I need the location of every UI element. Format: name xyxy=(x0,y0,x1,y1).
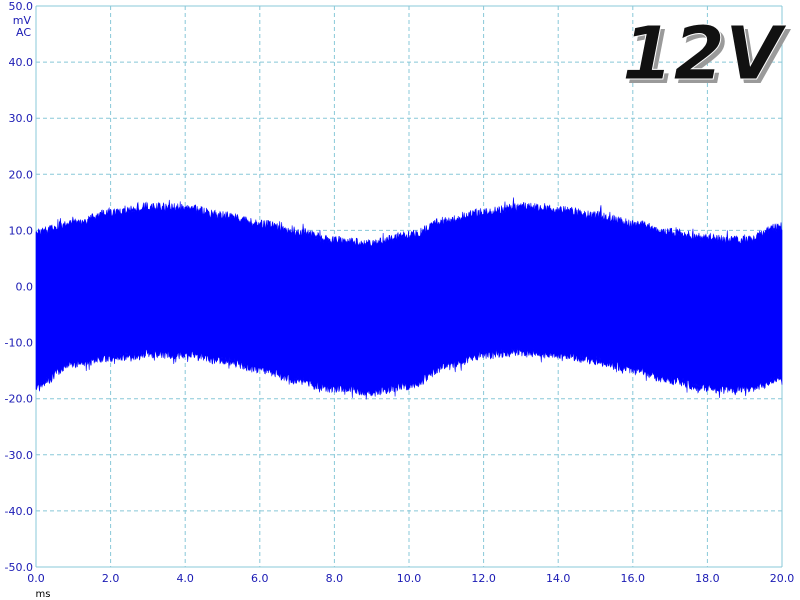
y-tick-label: 20.0 xyxy=(9,168,34,181)
x-tick-label: 8.0 xyxy=(326,572,344,585)
x-tick-label: 4.0 xyxy=(176,572,194,585)
x-tick-label: 6.0 xyxy=(251,572,269,585)
trace-layer xyxy=(35,197,783,400)
y-tick-label: 30.0 xyxy=(9,112,34,125)
y-tick-label: -30.0 xyxy=(5,449,33,462)
x-tick-label: 0.0 xyxy=(27,572,45,585)
y-tick-label: 10.0 xyxy=(9,224,34,237)
y-tick-label: 40.0 xyxy=(9,56,34,69)
x-tick-label: 16.0 xyxy=(621,572,646,585)
y-tick-label: -20.0 xyxy=(5,393,33,406)
y-tick-label: -40.0 xyxy=(5,505,33,518)
x-tick-label: 14.0 xyxy=(546,572,571,585)
x-tick-label: 18.0 xyxy=(695,572,720,585)
x-axis-ticks: 0.0 2.0 4.0 6.0 8.0 10.0 12.0 14.0 16.0 18.0 20.0 xyxy=(27,572,794,585)
signal-trace xyxy=(35,197,783,400)
x-tick-label: 2.0 xyxy=(102,572,120,585)
oscilloscope-chart: 50.0 40.0 30.0 20.0 10.0 0.0 -10.0 -20.0 -30.0 -4… xyxy=(5,0,795,600)
voltage-overlay-label: 12V xyxy=(622,11,788,97)
y-tick-label: -10.0 xyxy=(5,337,33,350)
x-tick-label: 12.0 xyxy=(471,572,496,585)
x-tick-label: 10.0 xyxy=(397,572,422,585)
y-tick-label: 0.0 xyxy=(16,281,34,294)
voltage-overlay: 12V 12V xyxy=(621,11,791,102)
y-axis-ticks: 50.0 40.0 30.0 20.0 10.0 0.0 -10.0 -20.0 -30.0 -4… xyxy=(5,0,33,574)
x-axis-unit-label: ms xyxy=(36,589,51,600)
y-tick-label: 50.0 xyxy=(9,0,34,13)
y-axis-coupling-label: AC xyxy=(16,26,31,39)
x-tick-label: 20.0 xyxy=(770,572,795,585)
